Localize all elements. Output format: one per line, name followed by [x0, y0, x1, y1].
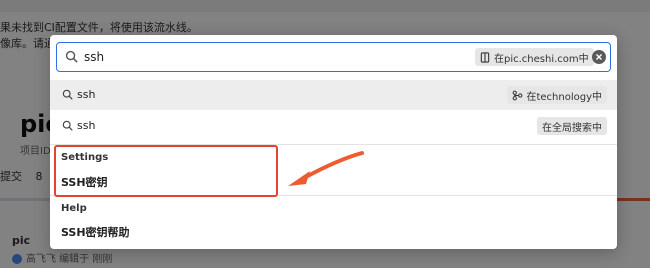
suggestion-scope-chip: 在technology中	[507, 86, 607, 104]
annotation-arrow-icon	[288, 151, 364, 186]
search-modal: 在pic.cheshi.com中 ssh 在technology中	[50, 35, 617, 249]
clear-search-button[interactable]	[592, 50, 606, 64]
suggestion-scope-label: 在technology中	[526, 91, 602, 103]
suggestion-scope-label: 在全局搜索中	[542, 122, 602, 134]
suggestion-item-global[interactable]: ssh 在全局搜索中	[50, 111, 617, 141]
suggestion-item-technology[interactable]: ssh 在technology中	[50, 80, 617, 110]
suggestion-text: ssh	[77, 88, 96, 101]
search-icon	[62, 89, 73, 100]
scope-chip[interactable]: 在pic.cheshi.com中	[475, 48, 594, 66]
suggestion-scope-chip: 在全局搜索中	[537, 117, 607, 135]
search-icon	[65, 50, 78, 63]
result-item-ssh-keys-help[interactable]: SSH密钥帮助	[61, 224, 130, 240]
annotation-highlight-box	[54, 145, 278, 197]
group-icon	[513, 90, 523, 100]
book-icon	[480, 51, 490, 63]
search-box: 在pic.cheshi.com中	[56, 42, 611, 72]
search-icon	[62, 120, 73, 131]
close-icon	[596, 54, 602, 60]
scope-chip-label: 在pic.cheshi.com中	[494, 53, 589, 65]
search-input[interactable]	[84, 47, 464, 67]
section-heading-help: Help	[61, 203, 87, 214]
suggestion-text: ssh	[77, 119, 96, 132]
